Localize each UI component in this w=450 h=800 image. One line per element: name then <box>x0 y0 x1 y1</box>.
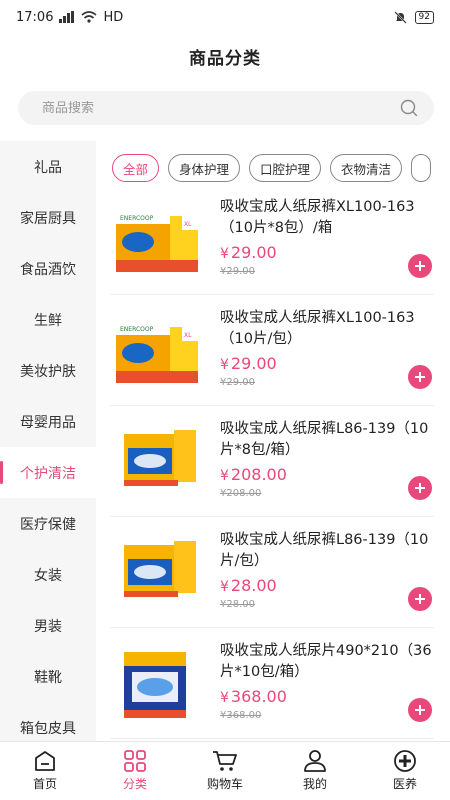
currency-symbol: ¥ <box>220 579 229 595</box>
search-icon[interactable] <box>400 99 418 117</box>
tab-cart[interactable]: 购物车 <box>180 742 270 800</box>
tab-medical-care[interactable]: 医养 <box>360 742 450 800</box>
plus-icon <box>415 372 425 382</box>
tag-body-care[interactable]: 身体护理 <box>168 154 241 182</box>
page-header: 商品分类 <box>0 34 450 78</box>
cart-icon <box>213 751 237 771</box>
signal-icon <box>59 11 75 23</box>
product-card[interactable]: 吸收宝成人纸尿片490*210（36片*10包/箱） ¥368.00 ¥368.… <box>110 628 434 739</box>
status-time: 17:06 <box>16 9 54 25</box>
category-item-fresh[interactable]: 生鲜 <box>0 294 96 345</box>
home-icon <box>35 751 55 771</box>
category-item-mother-baby[interactable]: 母婴用品 <box>0 396 96 447</box>
product-card[interactable]: ENERCOOP XL 吸收宝成人纸尿裤XL100-163（10片/包） ¥29… <box>110 295 434 406</box>
price-value: 208.00 <box>230 465 287 484</box>
tab-profile[interactable]: 我的 <box>270 742 360 800</box>
tab-label: 分类 <box>122 777 147 791</box>
tab-label: 首页 <box>32 777 57 791</box>
svg-text:XL: XL <box>184 221 192 228</box>
wifi-icon <box>81 11 97 23</box>
product-price: ¥28.00 <box>220 576 277 595</box>
category-item-womens[interactable]: 女装 <box>0 549 96 600</box>
tab-label: 我的 <box>302 777 327 791</box>
product-image <box>124 541 196 597</box>
currency-symbol: ¥ <box>220 357 229 373</box>
product-list: ENERCOOP XL 吸收宝成人纸尿裤XL100-163（10片*8包）/箱 … <box>96 184 450 739</box>
product-image: ENERCOOP XL <box>116 212 198 272</box>
category-item-personal-care[interactable]: 个护清洁 <box>0 447 96 498</box>
tag-oral-care[interactable]: 口腔护理 <box>249 154 322 182</box>
user-icon <box>304 750 326 772</box>
product-name: 吸收宝成人纸尿片490*210（36片*10包/箱） <box>220 643 432 680</box>
original-price: ¥29.00 <box>220 266 255 277</box>
tab-home[interactable]: 首页 <box>0 742 90 800</box>
currency-symbol: ¥ <box>220 690 229 706</box>
plus-icon <box>415 483 425 493</box>
plus-icon <box>415 705 425 715</box>
svg-text:XL: XL <box>184 332 192 339</box>
product-name: 吸收宝成人纸尿裤L86-139（10片/包） <box>220 532 429 569</box>
add-to-cart-button[interactable] <box>408 476 432 500</box>
plus-icon <box>415 261 425 271</box>
tab-label: 医养 <box>392 777 417 791</box>
category-item-gifts[interactable]: 礼品 <box>0 141 96 192</box>
medical-cross-icon <box>394 750 416 772</box>
price-value: 28.00 <box>230 576 277 595</box>
product-name: 吸收宝成人纸尿裤XL100-163（10片*8包）/箱 <box>220 199 415 236</box>
original-price: ¥29.00 <box>220 377 255 388</box>
product-image: ENERCOOP XL <box>116 323 198 383</box>
mute-bell-icon <box>393 10 407 24</box>
original-price: ¥208.00 <box>220 488 262 499</box>
price-value: 29.00 <box>230 354 277 373</box>
currency-symbol: ¥ <box>220 468 229 484</box>
product-image <box>124 652 186 718</box>
price-value: 29.00 <box>230 243 277 262</box>
network-type: HD <box>103 9 124 25</box>
currency-symbol: ¥ <box>220 246 229 262</box>
product-price: ¥368.00 <box>220 687 287 706</box>
add-to-cart-button[interactable] <box>408 698 432 722</box>
tab-category[interactable]: 分类 <box>90 742 180 800</box>
plus-icon <box>415 594 425 604</box>
add-to-cart-button[interactable] <box>408 254 432 278</box>
tab-label: 购物车 <box>206 777 243 791</box>
status-bar: 17:06 HD 92 <box>0 0 450 34</box>
tag-laundry[interactable]: 衣物清洁 <box>330 154 403 182</box>
product-card[interactable]: 吸收宝成人纸尿裤L86-139（10片/包） ¥28.00 ¥28.00 <box>110 517 434 628</box>
add-to-cart-button[interactable] <box>408 587 432 611</box>
price-value: 368.00 <box>230 687 287 706</box>
tag-more-partial[interactable] <box>411 154 432 182</box>
product-price: ¥208.00 <box>220 465 287 484</box>
category-item-beauty[interactable]: 美妆护肤 <box>0 345 96 396</box>
product-image <box>124 430 196 486</box>
product-card[interactable]: ENERCOOP XL 吸收宝成人纸尿裤XL100-163（10片*8包）/箱 … <box>110 184 434 295</box>
category-sidebar: 礼品 家居厨具 食品酒饮 生鲜 美妆护肤 母婴用品 个护清洁 医疗保健 女装 男… <box>0 141 96 741</box>
subcategory-tags: 全部 身体护理 口腔护理 衣物清洁 <box>112 154 450 184</box>
category-item-home-kitchen[interactable]: 家居厨具 <box>0 192 96 243</box>
battery-indicator: 92 <box>414 10 434 24</box>
page-title: 商品分类 <box>189 48 261 69</box>
search-bar[interactable] <box>18 91 434 125</box>
product-card[interactable]: 吸收宝成人纸尿裤L86-139（10片*8包/箱） ¥208.00 ¥208.0… <box>110 406 434 517</box>
category-item-healthcare[interactable]: 医疗保健 <box>0 498 96 549</box>
category-item-shoes[interactable]: 鞋靴 <box>0 651 96 702</box>
category-item-bags[interactable]: 箱包皮具 <box>0 702 96 741</box>
tag-all[interactable]: 全部 <box>112 154 160 182</box>
original-price: ¥368.00 <box>220 710 262 721</box>
category-item-food-drinks[interactable]: 食品酒饮 <box>0 243 96 294</box>
add-to-cart-button[interactable] <box>408 365 432 389</box>
category-item-mens[interactable]: 男装 <box>0 600 96 651</box>
grid-icon <box>124 750 146 772</box>
bottom-tab-bar: 首页 分类 购物车 我的 医养 <box>0 741 450 800</box>
search-input[interactable] <box>42 100 400 116</box>
product-name: 吸收宝成人纸尿裤XL100-163（10片/包） <box>220 310 415 347</box>
svg-text:ENERCOOP: ENERCOOP <box>120 326 154 333</box>
product-price: ¥29.00 <box>220 354 277 373</box>
product-name: 吸收宝成人纸尿裤L86-139（10片*8包/箱） <box>220 421 429 458</box>
original-price: ¥28.00 <box>220 599 255 610</box>
product-price: ¥29.00 <box>220 243 277 262</box>
svg-text:ENERCOOP: ENERCOOP <box>120 215 154 222</box>
